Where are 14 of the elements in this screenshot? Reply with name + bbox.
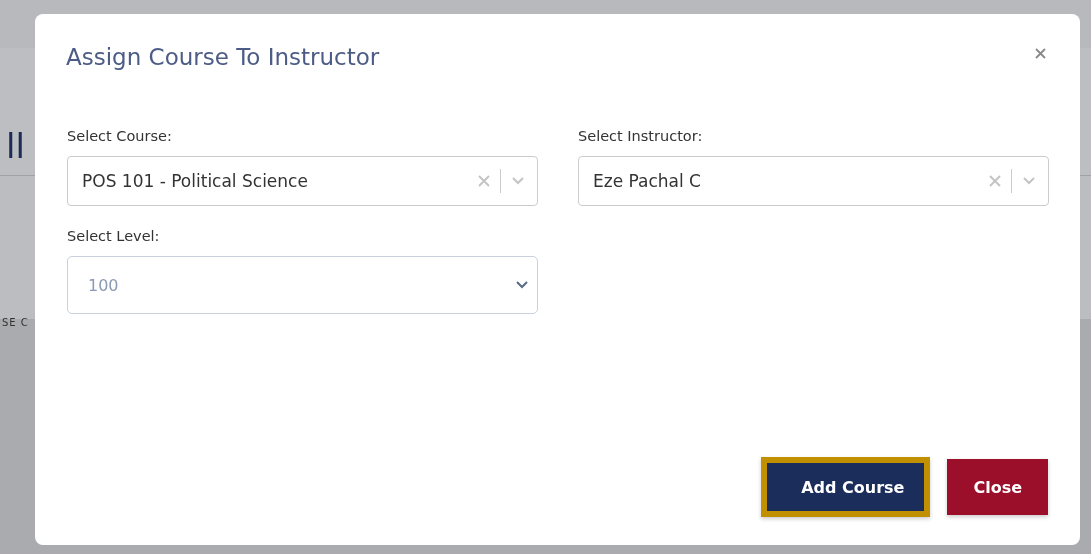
column-header: SE C [2, 317, 29, 328]
dialog-button[interactable]: Close [947, 459, 1048, 515]
chevron-down-icon[interactable] [515, 280, 529, 290]
page-heading: ll [6, 126, 25, 166]
dialog-button[interactable]: Add Course [761, 457, 931, 517]
field-label: Select Course: [67, 128, 173, 144]
dialog-title: Assign Course To Instructor [66, 44, 380, 70]
close-icon[interactable] [1035, 48, 1046, 59]
select-field[interactable]: POS 101 - Political Science [67, 156, 538, 206]
field-label: Select Level: [67, 228, 161, 244]
clear-icon[interactable] [989, 175, 1001, 187]
clear-icon[interactable] [478, 175, 490, 187]
select-field[interactable]: Eze Pachal C [578, 156, 1049, 206]
field-label: Select Instructor: [578, 128, 704, 144]
